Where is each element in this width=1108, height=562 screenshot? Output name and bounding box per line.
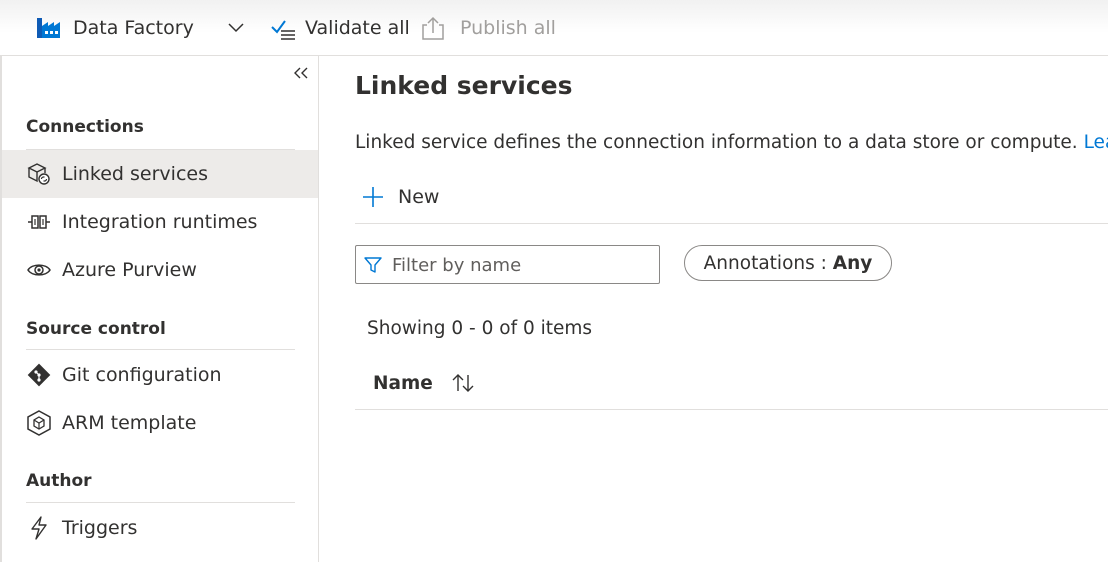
sidebar-item-linked-services[interactable]: Linked services xyxy=(2,150,318,198)
column-header-name[interactable]: Name xyxy=(373,368,475,398)
sort-icon[interactable] xyxy=(451,372,475,394)
filter-icon xyxy=(364,256,382,274)
cube-icon xyxy=(26,410,52,436)
publish-all-label: Publish all xyxy=(460,17,556,39)
section-title-connections: Connections xyxy=(26,117,144,137)
lightning-icon xyxy=(26,516,52,540)
items-count-text: Showing 0 - 0 of 0 items xyxy=(367,318,593,339)
section-title-source-control: Source control xyxy=(26,319,166,339)
section-divider xyxy=(26,502,295,503)
column-header-label: Name xyxy=(373,372,433,394)
sidebar-item-label: Linked services xyxy=(62,163,208,185)
sidebar-item-triggers[interactable]: Triggers xyxy=(2,504,318,552)
sidebar-item-label: Triggers xyxy=(62,517,138,539)
page-title: Linked services xyxy=(355,71,573,100)
annotations-value: Any xyxy=(832,252,873,274)
table-header-divider xyxy=(355,409,1108,410)
section-title-author: Author xyxy=(26,471,92,491)
data-factory-icon xyxy=(36,16,62,40)
git-icon xyxy=(26,363,52,387)
new-button-label: New xyxy=(398,186,440,208)
chevron-down-icon[interactable] xyxy=(228,23,244,33)
learn-more-link[interactable]: Learn more xyxy=(1084,132,1108,153)
sidebar-item-label: Azure Purview xyxy=(62,259,197,281)
sidebar-item-azure-purview[interactable]: Azure Purview xyxy=(2,246,318,294)
new-linked-service-button[interactable]: New xyxy=(362,180,439,214)
sidebar-item-label: ARM template xyxy=(62,412,197,434)
sidebar-item-integration-runtimes[interactable]: Integration runtimes xyxy=(2,198,318,246)
main-panel: Linked services Linked service defines t… xyxy=(320,56,1108,562)
double-chevron-left-icon xyxy=(294,67,308,79)
factory-name: Data Factory xyxy=(73,17,194,39)
sidebar: Connections Linked services Integration … xyxy=(0,56,319,562)
filter-by-name-input[interactable] xyxy=(392,251,652,279)
collapse-sidebar-button[interactable] xyxy=(290,62,312,84)
eye-icon xyxy=(26,258,52,282)
sidebar-item-label: Git configuration xyxy=(62,364,222,386)
sidebar-item-label: Integration runtimes xyxy=(62,211,258,233)
annotations-label: Annotations : xyxy=(703,252,827,274)
integration-runtime-icon xyxy=(26,210,52,234)
filter-box[interactable] xyxy=(355,245,660,284)
validate-icon xyxy=(270,16,296,40)
page-description: Linked service defines the connection in… xyxy=(355,132,1108,153)
plus-icon xyxy=(362,186,384,208)
publish-all-button[interactable]: Publish all xyxy=(422,0,556,56)
top-toolbar: Data Factory Validate all Publish all xyxy=(0,0,1108,56)
description-text: Linked service defines the connection in… xyxy=(355,132,1078,153)
section-divider xyxy=(26,349,295,350)
annotations-filter-button[interactable]: Annotations : Any xyxy=(684,245,892,281)
validate-all-button[interactable]: Validate all xyxy=(270,0,410,56)
toolbar-divider xyxy=(355,223,1108,224)
linked-services-icon xyxy=(26,162,52,186)
factory-selector[interactable]: Data Factory xyxy=(36,0,244,56)
sidebar-item-git-configuration[interactable]: Git configuration xyxy=(2,351,318,399)
publish-icon xyxy=(422,16,444,40)
validate-all-label: Validate all xyxy=(305,17,410,39)
sidebar-item-arm-template[interactable]: ARM template xyxy=(2,399,318,447)
